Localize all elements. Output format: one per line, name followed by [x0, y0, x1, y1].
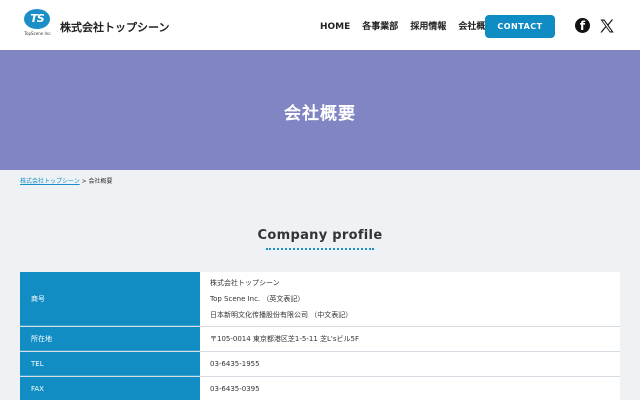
logo-subtext: TopScene Inc. [24, 31, 52, 36]
row-value-line: 株式会社トップシーン [210, 279, 280, 287]
row-value: 株式会社トップシーン Top Scene Inc. （英文表記） 日本新明文化传… [200, 272, 620, 326]
table-row: 所在地 〒105-0014 東京都港区芝1-5-11 芝L'sビル5F [20, 327, 620, 352]
nav-item-divisions[interactable]: 各事業部 [362, 21, 398, 33]
row-value-line: 〒105-0014 東京都港区芝1-5-11 芝L'sビル5F [210, 335, 359, 343]
breadcrumb-separator: > [79, 178, 89, 185]
row-label: TEL [20, 352, 200, 376]
row-value-line: 03-6435-1955 [210, 360, 260, 368]
company-name[interactable]: 株式会社トップシーン [60, 19, 169, 35]
site-header: TS TopScene Inc. 株式会社トップシーン HOME 各事業部 採用… [0, 0, 640, 50]
company-profile-table: 商号 株式会社トップシーン Top Scene Inc. （英文表記） 日本新明… [20, 272, 620, 400]
row-value: 03-6435-0395 [200, 377, 620, 400]
section-title-underline [266, 248, 374, 250]
row-value-line: 日本新明文化传播股份有限公司 （中文表記） [210, 311, 353, 319]
main-nav: HOME 各事業部 採用情報 会社概要 [320, 21, 494, 33]
x-twitter-icon[interactable] [599, 18, 615, 34]
company-logo[interactable]: TS TopScene Inc. [22, 9, 52, 41]
section-title: Company profile [257, 228, 383, 243]
page-title: 会社概要 [284, 104, 356, 124]
table-row: FAX 03-6435-0395 [20, 377, 620, 400]
breadcrumb-current: 会社概要 [88, 178, 113, 185]
breadcrumb-home-link[interactable]: 株式会社トップシーン [20, 178, 80, 185]
nav-item-recruit[interactable]: 採用情報 [410, 21, 446, 33]
row-label: 商号 [20, 272, 200, 326]
breadcrumb: 株式会社トップシーン > 会社概要 [20, 176, 113, 185]
row-value-line: Top Scene Inc. （英文表記） [210, 295, 305, 303]
row-label: FAX [20, 377, 200, 400]
row-value: 03-6435-1955 [200, 352, 620, 376]
nav-item-home[interactable]: HOME [320, 21, 350, 33]
row-value-line: 03-6435-0395 [210, 385, 260, 393]
contact-button[interactable]: CONTACT [485, 15, 555, 38]
row-value: 〒105-0014 東京都港区芝1-5-11 芝L'sビル5F [200, 327, 620, 351]
table-row: 商号 株式会社トップシーン Top Scene Inc. （英文表記） 日本新明… [20, 272, 620, 327]
row-label: 所在地 [20, 327, 200, 351]
table-row: TEL 03-6435-1955 [20, 352, 620, 377]
facebook-icon[interactable]: f [575, 18, 590, 33]
logo-mark: TS [24, 9, 50, 29]
page-hero-banner: 会社概要 [0, 50, 640, 170]
